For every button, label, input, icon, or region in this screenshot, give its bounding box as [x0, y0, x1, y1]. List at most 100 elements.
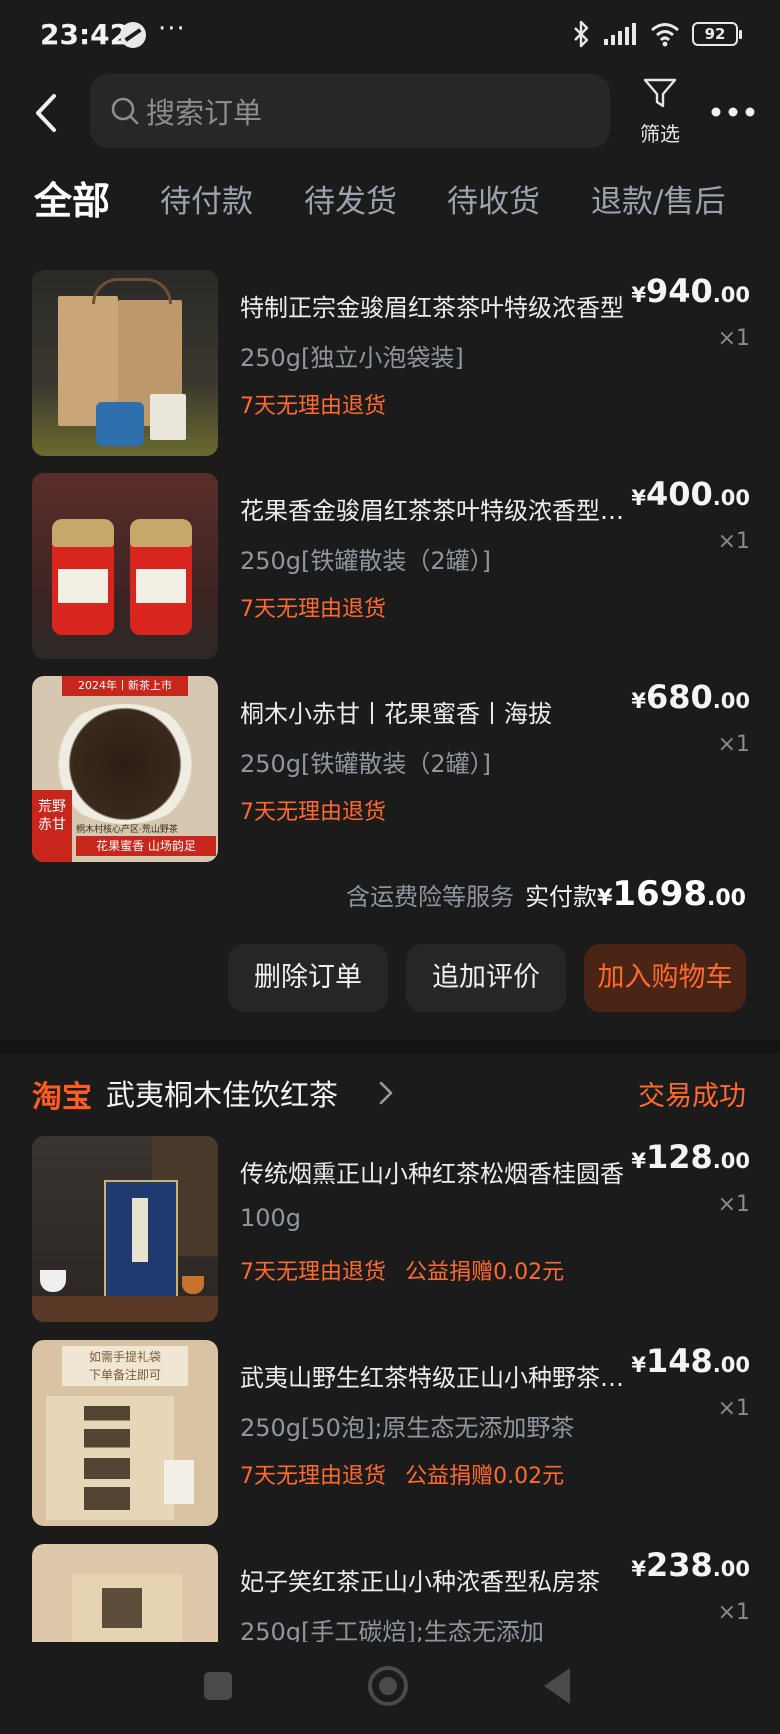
- shop-header[interactable]: 淘宝 武夷桐木佳饮红茶 交易成功: [0, 1068, 780, 1118]
- tea-tin-lid-image: [52, 519, 114, 547]
- return-policy-tag: 7天无理由退货: [240, 597, 386, 622]
- product-image[interactable]: 2024年丨新茶上市 荒野赤甘 桐木村核心产区·荒山野茶 花果蜜香 山场韵足: [32, 676, 218, 862]
- order-item[interactable]: 如需手提礼袋 下单备注即可 武夷山野生红茶特级正山小种野茶浓香 ¥148.00 …: [0, 1340, 780, 1530]
- tab-pending-payment[interactable]: 待付款: [160, 176, 253, 221]
- item-spec: 250g[铁罐散装（2罐）]: [240, 547, 492, 575]
- order-tabs: 全部 待付款 待发货 待收货 退款/售后: [0, 166, 780, 230]
- product-image[interactable]: [32, 270, 218, 456]
- item-spec: 250g[独立小泡袋装]: [240, 344, 464, 372]
- order-divider: [0, 1040, 780, 1054]
- filter-icon: [643, 78, 677, 108]
- item-title[interactable]: 妃子笑红茶正山小种浓香型私房茶: [240, 1562, 644, 1597]
- add-to-cart-button[interactable]: 加入购物车: [584, 944, 746, 1012]
- item-price: ¥238.00: [631, 1546, 750, 1584]
- item-quantity: ×1: [717, 732, 750, 757]
- tea-tin-lid-image: [130, 519, 192, 547]
- item-tags: 7天无理由退货: [240, 794, 400, 826]
- item-price: ¥128.00: [631, 1138, 750, 1176]
- product-image[interactable]: 如需手提礼袋 下单备注即可: [32, 1340, 218, 1526]
- tab-pending-shipment[interactable]: 待发货: [304, 176, 397, 221]
- paid-amount-label: 实付款: [525, 883, 598, 911]
- paid-amount-decimal: .00: [707, 886, 746, 911]
- teacup-image: [40, 1270, 66, 1292]
- tea-tin-label-image: [58, 569, 108, 603]
- return-policy-tag: 7天无理由退货: [240, 800, 386, 825]
- item-title[interactable]: 桐木小赤甘丨花果蜜香丨海拔: [240, 694, 644, 729]
- item-tags: 7天无理由退货 公益捐赠0.02元: [240, 1254, 578, 1286]
- status-time: 23:42: [40, 18, 130, 51]
- battery-level: 92: [704, 25, 726, 43]
- platform-logo: 淘宝: [32, 1080, 92, 1115]
- system-back-button[interactable]: [544, 1668, 570, 1704]
- item-title[interactable]: 特制正宗金骏眉红茶茶叶特级浓香型: [240, 288, 644, 323]
- add-review-button[interactable]: 追加评价: [406, 944, 566, 1012]
- return-policy-tag: 7天无理由退货: [240, 1260, 386, 1285]
- status-bar: 23:42 ··· 92: [0, 0, 780, 72]
- charity-donation-tag: 公益捐赠0.02元: [405, 1464, 565, 1489]
- tea-tin-label-image: [136, 569, 186, 603]
- thumb-banner: 如需手提礼袋 下单备注即可: [62, 1346, 188, 1386]
- search-input[interactable]: 搜索订单: [90, 74, 610, 148]
- box-calligraphy-image: [102, 1588, 142, 1628]
- item-price: ¥148.00: [631, 1342, 750, 1380]
- search-icon: [111, 97, 139, 125]
- order-item[interactable]: 特制正宗金骏眉红茶茶叶特级浓香型 ¥940.00 ×1 250g[独立小泡袋装]…: [0, 270, 780, 460]
- item-price: ¥940.00: [631, 272, 750, 310]
- filter-button[interactable]: 筛选: [628, 76, 692, 150]
- product-image[interactable]: [32, 473, 218, 659]
- do-not-disturb-icon: [120, 22, 146, 48]
- status-icons: 92: [572, 20, 742, 48]
- bluetooth-icon: [574, 20, 589, 48]
- item-tags: 7天无理由退货: [240, 388, 400, 420]
- home-button[interactable]: [368, 1666, 408, 1706]
- more-options-icon[interactable]: [708, 94, 758, 130]
- thumb-bottom-text: 花果蜜香 山场韵足: [76, 836, 216, 856]
- return-policy-tag: 7天无理由退货: [240, 1464, 386, 1489]
- item-title[interactable]: 传统烟熏正山小种红茶松烟香桂圆香: [240, 1154, 644, 1189]
- order-status: 交易成功: [638, 1081, 746, 1112]
- item-price: ¥680.00: [631, 678, 750, 716]
- chevron-right-icon: [379, 1081, 393, 1105]
- paid-amount: 1698: [612, 874, 708, 914]
- item-quantity: ×1: [717, 529, 750, 554]
- battery-icon: 92: [692, 22, 742, 46]
- item-title[interactable]: 武夷山野生红茶特级正山小种野茶浓香: [240, 1358, 644, 1393]
- return-policy-tag: 7天无理由退货: [240, 394, 386, 419]
- order-item[interactable]: 妃子笑红茶正山小种浓香型私房茶 ¥238.00 ×1 250g[手工碳焙];生态…: [0, 1544, 780, 1642]
- thumb-left-tag: 荒野赤甘: [32, 790, 72, 862]
- summary-note: 含运费险等服务: [345, 883, 514, 911]
- item-quantity: ×1: [717, 1396, 750, 1421]
- system-nav-bar: [0, 1642, 780, 1734]
- tab-pending-receipt[interactable]: 待收货: [447, 176, 540, 221]
- tab-all[interactable]: 全部: [34, 170, 110, 225]
- order-item[interactable]: 花果香金骏眉红茶茶叶特级浓香型养胃 ¥400.00 ×1 250g[铁罐散装（2…: [0, 473, 780, 663]
- thumb-origin-text: 桐木村核心产区·荒山野茶: [76, 825, 178, 835]
- tea-bag-image: [150, 394, 186, 440]
- order-item[interactable]: 传统烟熏正山小种红茶松烟香桂圆香 ¥128.00 ×1 100g 7天无理由退货…: [0, 1136, 780, 1326]
- tab-refund-aftersale[interactable]: 退款/售后: [591, 176, 725, 221]
- paid-amount-currency: ¥: [597, 886, 613, 911]
- back-icon[interactable]: [28, 90, 68, 136]
- signal-icon: [604, 23, 636, 45]
- shop-name[interactable]: 武夷桐木佳饮红茶: [106, 1072, 338, 1114]
- item-price: ¥400.00: [631, 475, 750, 513]
- box-calligraphy-image: [84, 1406, 130, 1510]
- recent-apps-button[interactable]: [204, 1672, 232, 1700]
- item-spec: 250g[铁罐散装（2罐）]: [240, 750, 492, 778]
- item-quantity: ×1: [717, 1600, 750, 1625]
- tea-sample-image: [164, 1460, 194, 1504]
- delete-order-button[interactable]: 删除订单: [228, 944, 388, 1012]
- box-label-image: [132, 1198, 148, 1262]
- product-image[interactable]: [32, 1136, 218, 1322]
- filter-label: 筛选: [640, 122, 680, 146]
- status-more-icon: ···: [158, 14, 186, 44]
- item-tags: 7天无理由退货: [240, 591, 400, 623]
- table-image: [32, 1296, 218, 1322]
- item-title[interactable]: 花果香金骏眉红茶茶叶特级浓香型养胃: [240, 491, 644, 526]
- item-quantity: ×1: [717, 1192, 750, 1217]
- tea-tin-image: [96, 402, 144, 446]
- charity-donation-tag: 公益捐赠0.02元: [405, 1260, 565, 1285]
- search-row: 搜索订单 筛选: [0, 72, 780, 154]
- product-image[interactable]: [32, 1544, 218, 1642]
- order-item[interactable]: 2024年丨新茶上市 荒野赤甘 桐木村核心产区·荒山野茶 花果蜜香 山场韵足 桐…: [0, 676, 780, 866]
